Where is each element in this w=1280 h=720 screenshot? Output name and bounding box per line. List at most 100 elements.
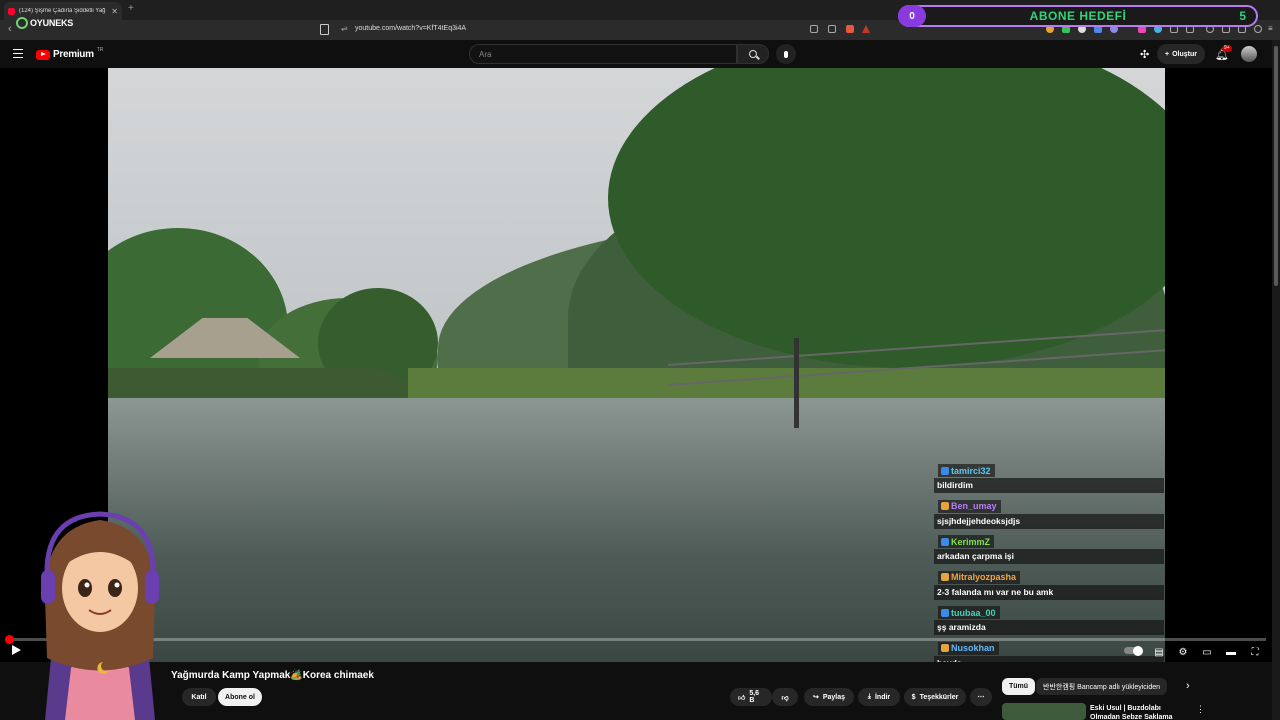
chat-message: KerimmZ arkadan çarpma işi [934, 533, 1164, 569]
plus-icon: + [1165, 50, 1170, 58]
left-eye [78, 579, 92, 597]
site-info-icon[interactable]: ⇌ [341, 24, 348, 33]
recommended-title[interactable]: Eski Usul | Buzdolabı Olmadan Sebze Sakl… [1090, 704, 1190, 720]
goal-label: ABONE HEDEFİ [1029, 9, 1127, 23]
create-button[interactable]: + Oluştur [1157, 44, 1205, 64]
chip-all[interactable]: Tümü [1002, 678, 1036, 695]
chat-username-text: Nusokhan [951, 643, 995, 653]
share-icon[interactable] [828, 25, 836, 33]
download-button[interactable]: ⤓ İndir [858, 688, 900, 706]
video-info-row: Yağmurda Kamp Yapmak🏕️Korea chimaek Katı… [0, 662, 1272, 720]
avatar[interactable] [1241, 46, 1257, 62]
create-label: Oluştur [1172, 50, 1197, 58]
more-actions-button[interactable]: ⋯ [970, 688, 992, 706]
share-button[interactable]: ↪ Paylaş [804, 688, 854, 706]
chat-username: Ben_umay [938, 499, 1001, 513]
search-button[interactable] [737, 44, 769, 64]
tab-title: (124) Şişme Çadırla Şiddetli Yağ [19, 8, 106, 14]
chat-message-text: şş aramizda [934, 620, 1164, 635]
chat-username: Mitralyozpasha [938, 570, 1021, 584]
cast-icon[interactable]: ✣ [1140, 48, 1149, 61]
logo-wordmark: Premium [53, 49, 94, 60]
back-arrow-icon[interactable]: ‹ [8, 23, 12, 35]
chat-badge-icon [941, 466, 949, 475]
page-scrollbar[interactable] [1272, 40, 1280, 720]
logo-icon [16, 17, 28, 29]
far-shore [408, 368, 1165, 402]
scrollbar-thumb[interactable] [1274, 46, 1278, 286]
video-player[interactable]: tamirci32 bildirdim Ben_umay sjsjhdejjehdeo… [0, 68, 1272, 671]
brave-shield-icon[interactable] [846, 25, 854, 33]
theater-mode-icon[interactable]: ▬ [1224, 645, 1238, 659]
progress-bar[interactable] [4, 635, 1266, 644]
share-icon: ↪ [812, 694, 819, 701]
recommended-thumbnail[interactable] [1002, 703, 1086, 720]
progress-scrubber[interactable] [4, 635, 14, 644]
bridge-post [794, 338, 799, 428]
stream-logo-text: OYUNEKS [30, 18, 74, 28]
join-button[interactable]: Katıl [182, 688, 216, 706]
url-field[interactable]: youtube.com/watch?v=KfT4tEq3i4A [355, 25, 466, 32]
chat-badge-icon [941, 608, 949, 617]
eye-highlight [84, 582, 90, 588]
chat-username: tuubaa_00 [938, 606, 1000, 619]
bookmark-icon[interactable] [320, 24, 329, 35]
chat-message-text: bildirdim [934, 478, 1164, 493]
goal-target: 5 [1239, 9, 1246, 23]
chevron-right-icon[interactable]: › [1186, 680, 1190, 692]
menu-icon[interactable]: ≡ [1268, 24, 1276, 33]
thumbs-up-icon: 👍︎ [738, 694, 746, 702]
chat-badge-icon [941, 537, 949, 546]
download-icon: ⤓ [867, 693, 871, 700]
thanks-label: Teşekkürler [919, 693, 959, 701]
play-icon[interactable] [12, 645, 21, 655]
subtitles-icon[interactable]: ▤ [1152, 645, 1166, 659]
rewards-icon[interactable] [862, 25, 870, 33]
cast-icon[interactable] [810, 25, 818, 33]
youtube-play-icon [36, 49, 50, 60]
chat-username-text: KerimmZ [951, 536, 991, 547]
streamer-avatar [41, 511, 159, 720]
miniplayer-icon[interactable]: ▭ [1200, 645, 1214, 659]
profile-icon[interactable] [1254, 25, 1262, 33]
stream-logo: OYUNEKS [16, 17, 73, 29]
new-tab-icon[interactable]: + [128, 3, 134, 14]
like-button[interactable]: 👍︎ 5,6 B [730, 688, 772, 706]
chat-username-text: tamirci32 [951, 465, 991, 476]
chat-message: Mitralyozpasha 2-3 falanda mı var ne bu a… [934, 569, 1164, 605]
close-tab-icon[interactable]: ✕ [111, 7, 118, 16]
share-label: Paylaş [822, 693, 846, 701]
headphone-left [41, 570, 55, 604]
thanks-button[interactable]: $ Teşekkürler [904, 688, 966, 706]
chat-badge-icon [941, 644, 949, 652]
dislike-button[interactable]: 👎︎ [772, 688, 798, 706]
chat-username: tamirci32 [938, 464, 995, 477]
youtube-favicon-icon [8, 7, 15, 15]
chat-username-text: Ben_umay [951, 501, 997, 511]
more-icon: ⋯ [977, 694, 985, 701]
search-input[interactable]: Ara [469, 44, 737, 64]
eye-highlight [114, 582, 120, 588]
chat-message: Ben_umay sjsjhdejjehdeoksjdjs [934, 498, 1164, 534]
video-title: Yağmurda Kamp Yapmak🏕️Korea chimaek [171, 670, 374, 681]
youtube-header: Premium TR Ara ✣ + Oluştur 🔔︎ 9+ [0, 40, 1280, 68]
autoplay-toggle[interactable] [1124, 645, 1143, 656]
chat-message-text: arkadan çarpma işi [934, 549, 1164, 564]
hamburger-menu-icon[interactable] [13, 49, 23, 58]
chat-badge-icon [941, 502, 949, 510]
headphone-right [145, 570, 159, 604]
chat-overlay: tamirci32 bildirdim Ben_umay sjsjhdejjehdeo… [934, 462, 1164, 675]
super-thanks-icon: $ [911, 693, 916, 701]
chat-username: Nusokhan [938, 641, 999, 655]
chat-badge-icon [941, 573, 949, 581]
settings-gear-icon[interactable]: ⚙ [1176, 645, 1190, 659]
chip-uploader[interactable]: 반반한캠핑 Bancamp adlı yükleyiciden [1036, 678, 1168, 695]
thumbs-down-icon: 👎︎ [781, 694, 789, 702]
chat-message: tamirci32 bildirdim [934, 462, 1164, 498]
voice-search-button[interactable] [776, 44, 796, 64]
subscribe-button[interactable]: Abone ol [218, 688, 262, 706]
more-vert-icon[interactable]: ⋮ [1196, 704, 1205, 715]
subscriber-goal-bar: 0 ABONE HEDEFİ 5 [898, 5, 1258, 27]
youtube-logo[interactable]: Premium TR [36, 47, 103, 60]
fullscreen-icon[interactable]: ⛶ [1248, 645, 1262, 659]
